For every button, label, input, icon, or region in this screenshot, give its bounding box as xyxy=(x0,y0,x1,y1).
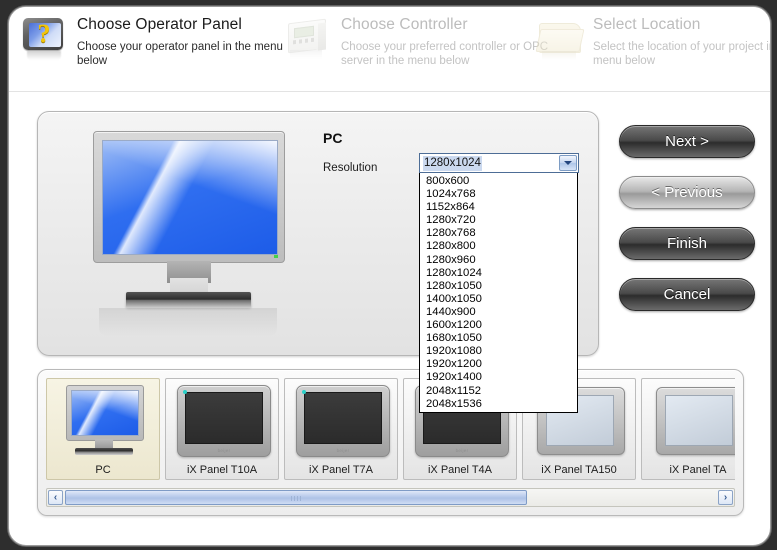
resolution-option[interactable]: 1152x864 xyxy=(420,201,577,214)
gallery-horizontal-scrollbar[interactable]: ‹ › xyxy=(46,488,735,507)
cancel-button[interactable]: Cancel xyxy=(619,278,755,311)
resolution-combobox[interactable]: 1280x1024 xyxy=(419,153,579,173)
gallery-item[interactable]: beijer iX Panel T10A xyxy=(165,378,279,480)
window-body: ? Choose Operator Panel Choose your oper… xyxy=(8,6,771,546)
gallery-item[interactable]: beijer iX Panel T7A xyxy=(284,378,398,480)
resolution-option[interactable]: 1440x900 xyxy=(420,306,577,319)
step-title: Choose Operator Panel xyxy=(77,16,242,33)
wizard-header: ? Choose Operator Panel Choose your oper… xyxy=(9,7,770,91)
page-title: PC xyxy=(323,130,343,146)
gallery-item[interactable]: iX Panel TA xyxy=(641,378,735,480)
resolution-option[interactable]: 2048x1536 xyxy=(420,398,577,411)
step-description: Select the location of your project in t… xyxy=(593,41,770,67)
gallery-item-label: iX Panel T7A xyxy=(308,464,373,476)
gallery-item[interactable]: PC xyxy=(46,378,160,480)
desktop-monitor-icon xyxy=(71,126,306,341)
step-description: Choose your operator panel in the menu b… xyxy=(77,41,283,67)
operator-panel-question-icon: ? xyxy=(21,17,69,65)
resolution-option[interactable]: 1280x1024 xyxy=(420,267,577,280)
finish-button[interactable]: Finish xyxy=(619,227,755,260)
next-button[interactable]: Next > xyxy=(619,125,755,158)
resolution-option[interactable]: 1280x960 xyxy=(420,254,577,267)
scrollbar-thumb[interactable] xyxy=(65,490,527,505)
step-description: Choose your preferred controller or OPC … xyxy=(341,41,549,67)
resolution-option[interactable]: 2048x1152 xyxy=(420,385,577,398)
wizard-button-group: Next > < Previous Finish Cancel xyxy=(619,125,759,329)
resolution-option[interactable]: 1600x1200 xyxy=(420,319,577,332)
operator-panel-icon: beijer xyxy=(285,383,397,461)
resolution-value: 1280x1024 xyxy=(423,156,482,171)
gallery-item-label: iX Panel T4A xyxy=(427,464,492,476)
gallery-item-label: iX Panel T10A xyxy=(186,464,258,476)
resolution-option[interactable]: 1280x1050 xyxy=(420,280,577,293)
gallery-item-label: iX Panel TA xyxy=(669,464,727,476)
desktop-monitor-icon xyxy=(47,383,159,461)
resolution-option[interactable]: 1024x768 xyxy=(420,188,577,201)
controller-icon xyxy=(285,17,333,65)
resolution-option[interactable]: 800x600 xyxy=(420,175,577,188)
chevron-right-icon[interactable]: › xyxy=(718,490,733,505)
resolution-label: Resolution xyxy=(323,162,378,174)
folder-icon xyxy=(535,17,585,65)
gallery-item-label: iX Panel TA150 xyxy=(541,464,617,476)
operator-panel-icon: beijer xyxy=(166,383,278,461)
resolution-option[interactable]: 1920x1400 xyxy=(420,371,577,384)
chevron-left-icon[interactable]: ‹ xyxy=(48,490,63,505)
resolution-option[interactable]: 1920x1200 xyxy=(420,358,577,371)
step-title: Choose Controller xyxy=(341,16,468,33)
resolution-option-list[interactable]: 800x600 1024x768 1152x864 1280x720 1280x768 1… xyxy=(419,172,578,413)
resolution-option[interactable]: 1280x768 xyxy=(420,227,577,240)
resolution-option[interactable]: 1280x800 xyxy=(420,240,577,253)
step-title: Select Location xyxy=(593,16,701,33)
gallery-item-label: PC xyxy=(95,464,111,476)
chevron-down-icon[interactable] xyxy=(559,155,577,171)
resolution-option[interactable]: 1400x1050 xyxy=(420,293,577,306)
previous-button[interactable]: < Previous xyxy=(619,176,755,209)
resolution-option[interactable]: 1280x720 xyxy=(420,214,577,227)
operator-panel-icon xyxy=(642,383,735,461)
resolution-option[interactable]: 1920x1080 xyxy=(420,345,577,358)
panel-gallery-strip[interactable]: PC beijer iX Panel T10A beijer iX Panel T7A b… xyxy=(46,378,735,482)
resolution-option[interactable]: 1680x1050 xyxy=(420,332,577,345)
header-divider xyxy=(9,91,770,92)
panel-gallery: PC beijer iX Panel T10A beijer iX Panel T7A b… xyxy=(37,369,744,516)
wizard-window: ? Choose Operator Panel Choose your oper… xyxy=(0,0,777,550)
